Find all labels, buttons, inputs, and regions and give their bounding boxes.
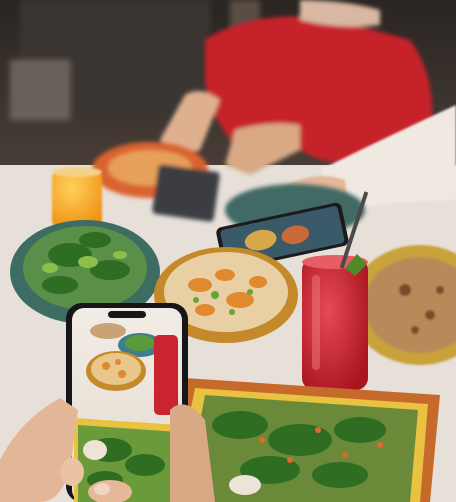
food-photo-scene — [0, 0, 456, 502]
screen-red-drink — [154, 335, 178, 415]
orange-juice-glass — [52, 167, 102, 228]
phone-notch — [108, 311, 146, 318]
foreground-smartphone — [66, 303, 188, 502]
phone-back-left — [152, 164, 220, 222]
food-photo-illustration — [0, 0, 456, 502]
thumbnail-nail — [94, 483, 110, 495]
